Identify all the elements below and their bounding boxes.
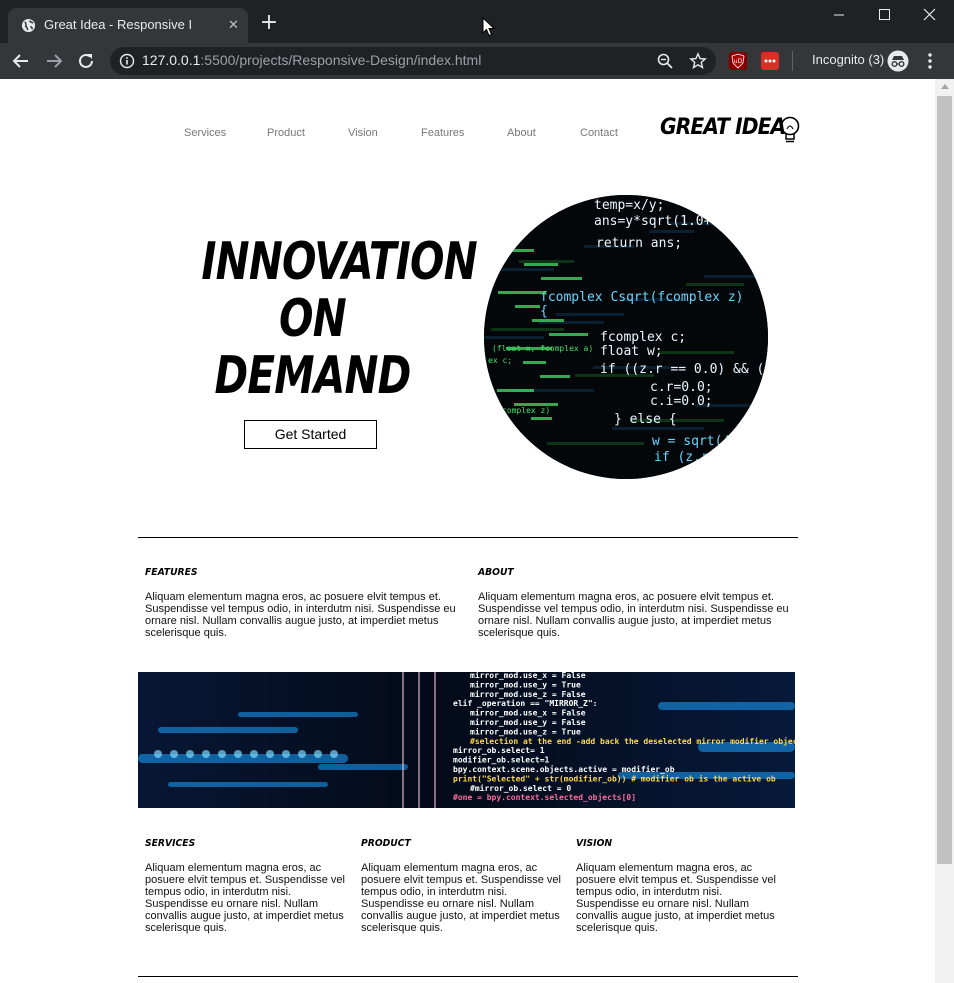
tab-title: Great Idea - Responsive I — [44, 17, 193, 32]
circle-code-line: c.r=0.0; — [650, 380, 713, 395]
nav-link-features[interactable]: Features — [421, 127, 464, 139]
banner-code-line: elif _operation == "MIRROR_Z": — [453, 698, 598, 708]
bookmark-star-icon[interactable] — [689, 52, 707, 70]
services-body: Aliquam elementum magna eros, ac posuere… — [145, 862, 345, 934]
hero-line: DEMAND — [214, 346, 411, 406]
back-arrow-icon[interactable] — [10, 50, 32, 72]
vision-heading: VISION — [576, 838, 613, 849]
about-body: Aliquam elementum magna eros, ac posuere… — [478, 591, 789, 639]
nav-link-contact[interactable]: Contact — [580, 127, 618, 139]
banner-code-line: #selection at the end -add back the dese… — [470, 736, 795, 746]
section-divider — [138, 976, 798, 977]
circle-code-line: fcomplex c; — [600, 330, 686, 345]
incognito-label[interactable]: Incognito (3) — [812, 52, 884, 67]
nav-link-product[interactable]: Product — [267, 127, 305, 139]
banner-code-line: mirror_mod.use_x = False — [470, 708, 586, 718]
ublock-extension-icon[interactable]: uD — [729, 52, 747, 70]
tab-close-icon[interactable]: ✕ — [226, 18, 241, 33]
tab-strip: Great Idea - Responsive I ✕ + — [0, 0, 954, 43]
toolbar-separator — [792, 51, 793, 71]
hero-line: INNOVATION — [201, 232, 477, 292]
code-circle-image: temp=x/y; ans=y*sqrt(1.0+temp return ans; f… — [484, 195, 768, 479]
zoom-out-icon[interactable] — [656, 52, 674, 70]
banner-code-line: #mirror_ob.select = 0 — [470, 783, 571, 793]
features-heading: FEATURES — [145, 567, 198, 578]
window-maximize-icon[interactable] — [862, 0, 908, 30]
circle-code-line: temp=x/y; — [594, 198, 664, 213]
forward-arrow-icon[interactable] — [43, 50, 65, 72]
url-text: 127.0.0.1:5500/projects/Responsive-Desig… — [142, 52, 481, 68]
circle-code-line: w = sqrt((sqrt(z.r — [652, 434, 768, 449]
shield-icon: uD — [731, 53, 745, 69]
window-minimize-icon[interactable] — [816, 0, 862, 30]
url-host: 127.0.0.1 — [142, 52, 201, 68]
circle-code-line: fcomplex Csqrt(fcomplex z) — [540, 290, 744, 305]
nav-link-about[interactable]: About — [507, 127, 536, 139]
info-icon[interactable] — [119, 53, 135, 69]
url-path: :5500/projects/Responsive-Design/index.h… — [200, 52, 482, 68]
address-bar[interactable]: 127.0.0.1:5500/projects/Responsive-Desig… — [110, 47, 716, 75]
banner-code-line: print("Selected" + str(modifier_ob)) # m… — [453, 773, 776, 783]
vertical-scrollbar[interactable] — [935, 79, 954, 983]
circle-code-line: { — [540, 304, 548, 319]
circle-code-line: return ans; — [596, 236, 682, 251]
services-heading: SERVICES — [145, 838, 196, 849]
ublock-label: uD — [734, 58, 743, 65]
banner-code-line: mirror_mod.use_z = True — [470, 726, 581, 736]
circle-code-side-line: ex c; — [488, 356, 512, 365]
circle-code-line: float w; — [600, 344, 663, 359]
nav-link-vision[interactable]: Vision — [348, 127, 378, 139]
circle-code-line: if ((z.r == 0.0) && (z.i == 0.0)) { — [600, 362, 768, 377]
code-banner-image: mirror_mod.use_x = False mirror_mod.use_y… — [138, 672, 795, 808]
banner-code-line: mirror_ob.select= 1 — [453, 745, 545, 755]
about-heading: ABOUT — [478, 567, 514, 578]
new-tab-icon[interactable]: + — [258, 12, 280, 34]
banner-code-line: mirror_mod.use_x = False — [470, 672, 586, 680]
brand-logo[interactable]: GREAT IDEA — [660, 115, 800, 145]
scroll-up-arrow-icon[interactable] — [941, 84, 949, 89]
code-banner-illustration: mirror_mod.use_x = Falsemirror_mod.use_y… — [138, 672, 795, 808]
reload-icon[interactable] — [75, 50, 97, 72]
mouse-cursor-icon — [482, 17, 495, 37]
ellipsis-icon — [764, 59, 776, 63]
banner-code-line: mirror_mod.use_z = False — [470, 689, 586, 699]
incognito-icon[interactable] — [887, 50, 909, 72]
brand-name: GREAT IDEA — [660, 115, 786, 140]
lightbulb-icon — [780, 116, 800, 143]
get-started-button[interactable]: Get Started — [244, 420, 377, 449]
banner-code-line: modifier_ob.select=1 — [453, 755, 550, 765]
circle-code-line: if (z.r >= 0.0) — [654, 450, 768, 465]
nav-link-services[interactable]: Services — [184, 127, 226, 139]
browser-toolbar: 127.0.0.1:5500/projects/Responsive-Desig… — [0, 43, 954, 79]
section-divider — [138, 537, 798, 538]
product-body: Aliquam elementum magna eros, ac posuere… — [361, 862, 561, 934]
circle-code-side-line: complex z) — [502, 406, 550, 415]
banner-code-line: mirror_mod.use_y = False — [470, 717, 586, 727]
globe-icon — [21, 18, 36, 33]
circle-code-line: } else { — [614, 412, 677, 427]
browser-tab[interactable]: Great Idea - Responsive I ✕ — [8, 8, 248, 43]
extension-dots-icon[interactable] — [761, 52, 779, 70]
window-close-icon[interactable] — [908, 0, 954, 30]
hero-line: ON — [279, 289, 347, 349]
features-body: Aliquam elementum magna eros, ac posuere… — [145, 591, 456, 639]
code-screen-illustration: temp=x/y;ans=y*sqrt(1.0+temp return ans; f… — [484, 195, 768, 479]
scrollbar-thumb[interactable] — [937, 96, 952, 864]
banner-code-line: mirror_mod.use_y = True — [470, 679, 581, 689]
kebab-menu-icon[interactable] — [922, 52, 938, 70]
page-viewport: Services Product Vision Features About C… — [0, 79, 935, 983]
product-heading: PRODUCT — [361, 838, 411, 849]
banner-code-line: #one = bpy.context.selected_objects[0] — [453, 792, 636, 802]
banner-code-line: bpy.context.scene.objects.active = modif… — [453, 764, 675, 774]
vision-body: Aliquam elementum magna eros, ac posuere… — [576, 862, 776, 934]
circle-code-line: c.i=0.0; — [650, 394, 713, 409]
hero-headline: INNOVATION ON DEMAND — [201, 232, 477, 406]
circle-code-line: ans=y*sqrt(1.0+temp — [594, 214, 743, 229]
